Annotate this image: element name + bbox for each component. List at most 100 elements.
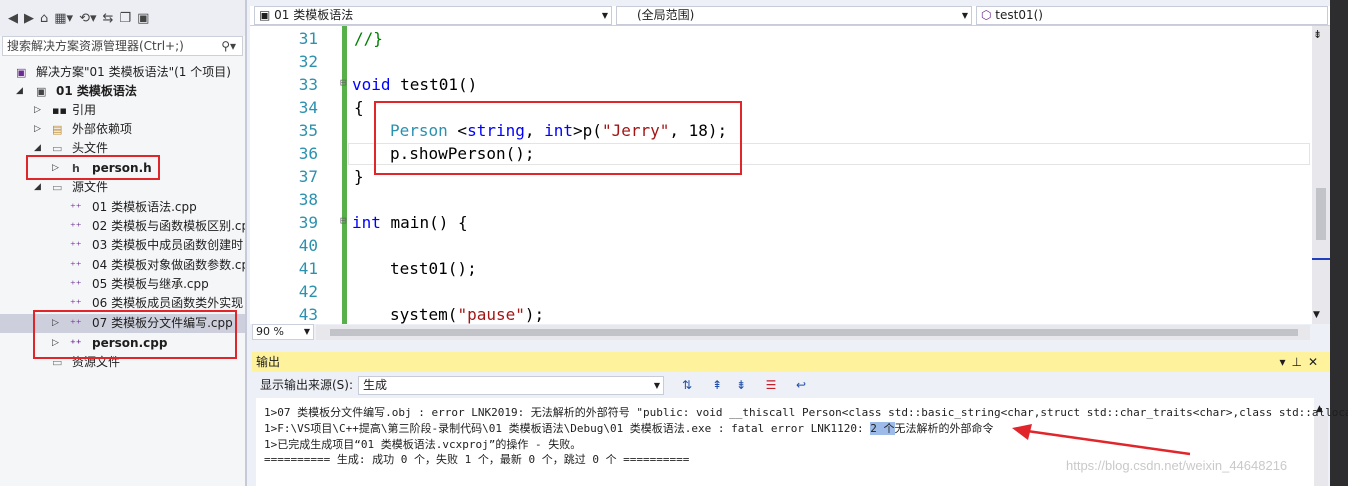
arrow-line — [1019, 428, 1191, 456]
collapse-icon[interactable]: ▷ — [34, 101, 41, 120]
references-icon: ▪▪ — [52, 104, 67, 117]
method-icon: ⬡ — [981, 8, 996, 22]
next-message-icon[interactable]: ⇟ — [732, 377, 750, 394]
cpp-file-icon: ⁺⁺ — [70, 239, 82, 252]
expand-icon[interactable]: ◢ — [34, 178, 41, 197]
code-line-34: { — [354, 98, 364, 117]
tree-item-references[interactable]: ▷ ▪▪ 引用 — [0, 101, 245, 120]
tree-item-label: 01 类模板语法.cpp — [92, 200, 197, 214]
member-dropdown[interactable]: ⬡ test01() — [976, 6, 1328, 25]
scrollbar-thumb[interactable] — [330, 329, 1298, 336]
line-number: 32 — [298, 52, 318, 71]
search-placeholder: 搜索解决方案资源管理器(Ctrl+;) — [7, 39, 184, 53]
scope-dropdown[interactable]: (全局范围) ▼ — [616, 6, 972, 25]
project-icon: ▣ — [36, 85, 47, 98]
annotation-box-code — [374, 101, 742, 175]
go-to-message-icon[interactable]: ⇅ — [678, 377, 696, 394]
zoom-dropdown[interactable]: 90 % ▼ — [252, 324, 314, 340]
output-source-dropdown[interactable]: 生成 ▼ — [358, 376, 664, 395]
properties-icon[interactable]: ▣ — [137, 11, 149, 26]
search-icon[interactable]: ⚲▾ — [221, 37, 236, 55]
dropdown-icon[interactable]: ▾ — [1279, 355, 1291, 369]
zoom-label: 90 % — [256, 325, 284, 338]
line-number: 31 — [298, 29, 318, 48]
solution-explorer-toolbar: ◀ ▶ ⌂ ▦▾ ⟲▾ ⇆ ❐ ▣ — [0, 0, 245, 36]
nav-member-label: test01() — [995, 8, 1043, 22]
output-line: ========== 生成: 成功 0 个，失败 1 个，最新 0 个，跳过 0… — [264, 453, 690, 466]
sync-icon[interactable]: ⇆ — [103, 11, 114, 26]
pin-icon[interactable]: ⊥ — [1291, 355, 1307, 369]
line-number: 43 — [298, 305, 318, 324]
editor-vertical-scrollbar[interactable] — [1312, 26, 1330, 324]
cpp-file-icon: ⁺⁺ — [70, 220, 82, 233]
collapse-icon[interactable]: ⊟ — [340, 214, 347, 227]
clear-all-icon[interactable]: ☰ — [762, 377, 780, 394]
output-title: 输出 — [256, 355, 281, 369]
scrollbar-thumb[interactable] — [1316, 188, 1326, 240]
code-line-39: int main() { — [352, 213, 468, 232]
line-number: 41 — [298, 259, 318, 278]
arrow-head — [1012, 424, 1032, 440]
line-number: 35 — [298, 121, 318, 140]
forward-icon[interactable]: ▶ — [24, 11, 34, 26]
previous-message-icon[interactable]: ⇞ — [708, 377, 726, 394]
tree-item-label: 03 类模板中成员函数创建时 — [92, 238, 244, 252]
editor-nav-bar: ▣ 01 类模板语法 ▼ (全局范围) ▼ ⬡ test01() — [250, 6, 1330, 26]
annotation-box-files — [33, 310, 237, 359]
back-icon[interactable]: ◀ — [8, 11, 18, 26]
tree-item-label: 02 类模板与函数模板区别.cpp — [92, 219, 245, 233]
tree-item-cpp[interactable]: ⁺⁺ 05 类模板与继承.cpp — [0, 275, 245, 294]
collapse-icon[interactable]: ▷ — [34, 120, 41, 139]
chevron-down-icon: ▼ — [653, 381, 660, 390]
line-number: 42 — [298, 282, 318, 301]
tree-item-cpp[interactable]: ⁺⁺ 02 类模板与函数模板区别.cpp — [0, 217, 245, 236]
change-indicator-bar — [342, 26, 347, 324]
output-line: 1>F:\VS项目\C++提高\第三阶段-录制代码\01 类模板语法\Debug… — [264, 422, 994, 435]
tree-item-cpp[interactable]: ⁺⁺ 01 类模板语法.cpp — [0, 198, 245, 217]
tree-item-cpp[interactable]: ⁺⁺ 03 类模板中成员函数创建时 — [0, 236, 245, 255]
history-icon[interactable]: ⟲▾ — [79, 11, 96, 26]
switch-views-icon[interactable]: ▦▾ — [54, 11, 73, 26]
home-icon[interactable]: ⌂ — [40, 11, 48, 26]
project-node[interactable]: ◢ ▣ 01 类模板语法 — [0, 82, 245, 101]
line-number: 40 — [298, 236, 318, 255]
code-line-43: system("pause"); — [390, 305, 545, 324]
nav-scope-label: (全局范围) — [637, 8, 695, 22]
output-source-value: 生成 — [363, 378, 388, 392]
tree-item-source-files[interactable]: ◢ ▭ 源文件 — [0, 178, 245, 197]
output-panel-header: 输出 ▾⊥✕ — [252, 352, 1330, 372]
code-editor[interactable] — [250, 26, 1330, 324]
tree-item-label: 外部依赖项 — [72, 122, 133, 136]
scroll-down-icon[interactable]: ▼ — [1313, 310, 1320, 320]
external-deps-icon: ▤ — [52, 123, 63, 136]
code-line-41: test01(); — [390, 259, 477, 278]
project-small-icon: ▣ — [259, 8, 275, 22]
solution-search-input[interactable]: 搜索解决方案资源管理器(Ctrl+;) ⚲▾ — [2, 36, 243, 56]
cpp-file-icon: ⁺⁺ — [70, 201, 82, 214]
tree-item-cpp[interactable]: ⁺⁺ 04 类模板对象做函数参数.cpp — [0, 256, 245, 275]
code-line-37: } — [354, 167, 364, 186]
collapse-icon[interactable]: ⊟ — [340, 76, 347, 89]
output-source-label: 显示输出来源(S): — [260, 378, 354, 392]
close-icon[interactable]: ✕ — [1308, 355, 1324, 369]
code-line-33: void test01() — [352, 75, 478, 94]
tree-item-label: 04 类模板对象做函数参数.cpp — [92, 258, 245, 272]
copy-icon[interactable]: ❐ — [119, 11, 131, 26]
scroll-up-icon[interactable]: ▲ — [1316, 404, 1323, 414]
tree-item-label: 源文件 — [72, 180, 109, 194]
word-wrap-icon[interactable]: ↩ — [792, 377, 810, 394]
tree-item-external-deps[interactable]: ▷ ▤ 外部依赖项 — [0, 120, 245, 139]
split-icon[interactable]: ⇟ — [1313, 28, 1322, 41]
output-scrollbar[interactable] — [1314, 416, 1328, 486]
chevron-down-icon: ▼ — [961, 11, 968, 20]
expand-icon[interactable]: ◢ — [16, 82, 23, 101]
line-number: 38 — [298, 190, 318, 209]
chevron-down-icon: ▼ — [601, 11, 608, 20]
file-dropdown[interactable]: ▣ 01 类模板语法 ▼ — [254, 6, 612, 25]
watermark: https://blog.csdn.net/weixin_44648216 — [1066, 458, 1288, 473]
solution-label: 解决方案"01 类模板语法"(1 个项目) — [36, 65, 231, 79]
solution-icon: ▣ — [16, 66, 27, 79]
solution-node[interactable]: ▣ 解决方案"01 类模板语法"(1 个项目) — [0, 63, 245, 82]
cpp-file-icon: ⁺⁺ — [70, 259, 82, 272]
project-label: 01 类模板语法 — [56, 84, 137, 98]
